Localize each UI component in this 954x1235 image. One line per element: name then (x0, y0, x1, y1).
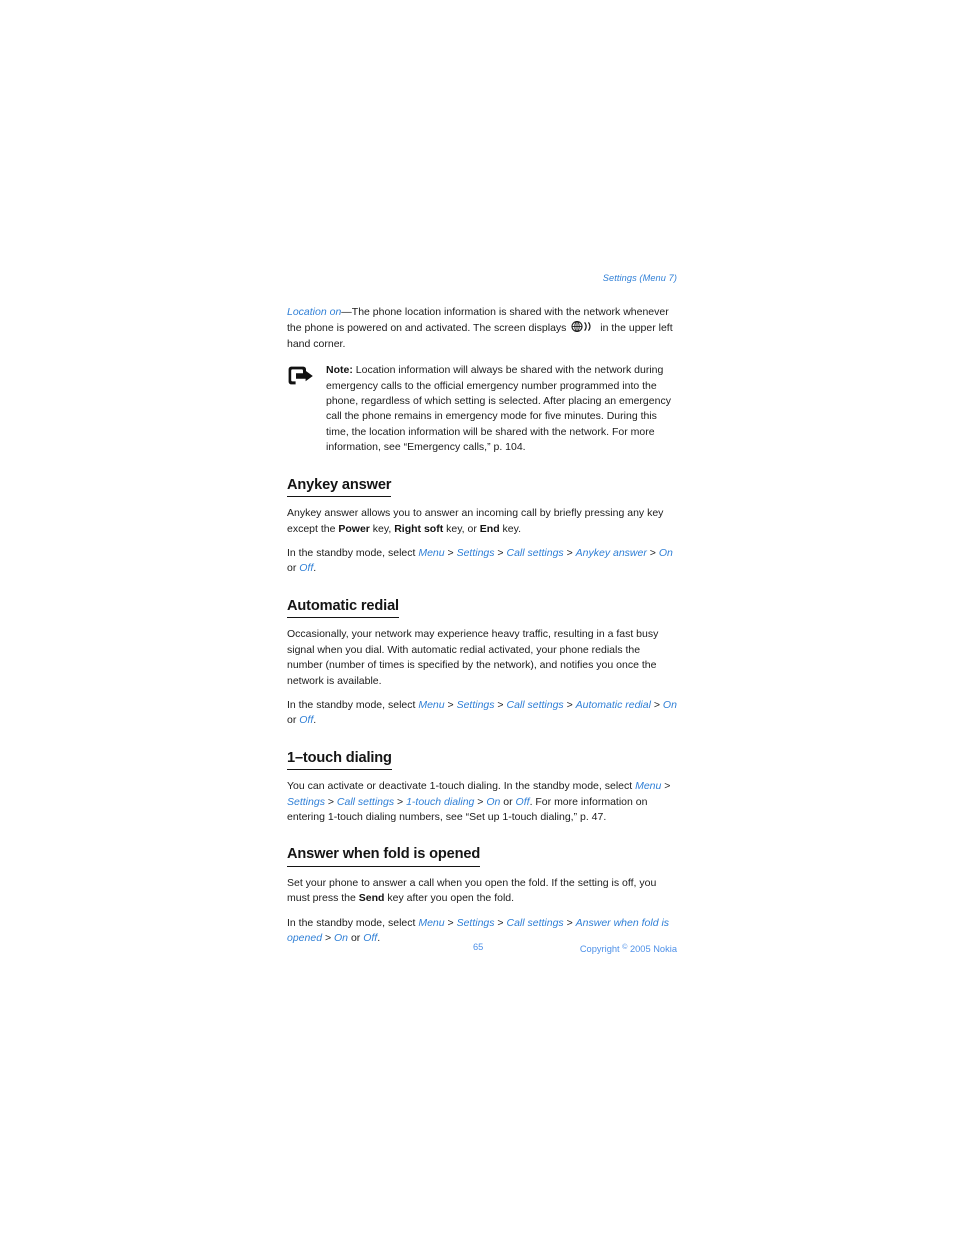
body-one-touch-dialing-link-9: On (486, 795, 501, 808)
path-automatic-redial-text-4: > (494, 698, 507, 711)
path-automatic-redial-link-9: On (662, 698, 677, 711)
path-answer-when-fold-is-opened-link-3: Settings (456, 916, 495, 929)
note-body: Location information will always be shar… (326, 364, 671, 454)
path-answer-when-fold-is-opened-text-12: . (377, 932, 381, 945)
sections-container: Anykey answer Anykey answer allows you to… (287, 476, 677, 947)
body-anykey-answer-text-4: key, or (443, 522, 480, 535)
path-anykey-answer-text-6: > (563, 546, 576, 559)
page-content: Settings (Menu 7) Location on—The phone … (287, 272, 677, 958)
body-one-touch-dialing-text-10: or (500, 795, 516, 808)
path-anykey-answer-text-2: > (444, 546, 457, 559)
section-body-automatic-redial: Occasionally, your network may experienc… (287, 627, 677, 689)
path-anykey-answer-link-11: Off (299, 562, 314, 575)
path-anykey-answer-text-8: > (646, 546, 659, 559)
path-automatic-redial-link-1: Menu (418, 698, 445, 711)
body-anykey-answer-bold-5: End (479, 522, 500, 535)
path-anykey-answer-link-7: Anykey answer (575, 546, 647, 559)
section-heading-answer-when-fold-is-opened: Answer when fold is opened (287, 845, 677, 867)
location-on-term: Location on (287, 306, 342, 318)
path-automatic-redial-link-5: Call settings (506, 698, 564, 711)
body-anykey-answer-text-2: key, (369, 522, 395, 535)
running-header: Settings (Menu 7) (602, 273, 677, 283)
path-automatic-redial-link-11: Off (299, 714, 314, 727)
path-anykey-answer-link-5: Call settings (506, 546, 564, 559)
path-answer-when-fold-is-opened-text-0: In the standby mode, select (287, 916, 419, 929)
note-text: Note: Location information will always b… (326, 363, 677, 455)
intro-dash: — (341, 306, 352, 318)
body-one-touch-dialing-text-8: > (474, 795, 487, 808)
path-anykey-answer-text-0: In the standby mode, select (287, 546, 419, 559)
section-heading-automatic-redial: Automatic redial (287, 597, 677, 619)
section-body-one-touch-dialing: You can activate or deactivate 1-touch d… (287, 779, 677, 825)
section-body-anykey-answer: Anykey answer allows you to answer an in… (287, 506, 677, 537)
path-answer-when-fold-is-opened-text-2: > (444, 916, 457, 929)
body-one-touch-dialing-text-2: > (661, 780, 671, 793)
intro-paragraph: Location on—The phone location informati… (287, 305, 677, 352)
path-automatic-redial-text-2: > (444, 698, 457, 711)
path-answer-when-fold-is-opened-text-4: > (494, 916, 507, 929)
path-automatic-redial-text-8: > (650, 698, 663, 711)
copyright-suffix: 2005 Nokia (627, 944, 677, 954)
body-one-touch-dialing-link-11: Off (515, 795, 530, 808)
path-anykey-answer-link-9: On (658, 546, 673, 559)
note-block: Note: Location information will always b… (287, 363, 677, 455)
section-heading-text: Answer when fold is opened (287, 845, 480, 867)
path-answer-when-fold-is-opened-text-8: > (322, 932, 335, 945)
note-label: Note: (326, 364, 353, 377)
body-answer-when-fold-is-opened-text-2: key after you open the fold. (384, 892, 515, 905)
path-automatic-redial-text-0: In the standby mode, select (287, 698, 419, 711)
body-answer-when-fold-is-opened-bold-1: Send (358, 892, 385, 905)
body-automatic-redial-text-0: Occasionally, your network may experienc… (287, 628, 659, 687)
body-one-touch-dialing-link-1: Menu (635, 780, 662, 793)
body-one-touch-dialing-link-5: Call settings (336, 795, 395, 808)
body-one-touch-dialing-text-6: > (394, 795, 407, 808)
path-anykey-answer-text-10: or (287, 562, 300, 575)
body-one-touch-dialing-text-0: You can activate or deactivate 1-touch d… (287, 780, 636, 793)
path-anykey-answer-text-12: . (313, 562, 317, 575)
section-heading-one-touch-dialing: 1–touch dialing (287, 749, 677, 771)
section-heading-text: Anykey answer (287, 476, 391, 498)
path-automatic-redial-link-7: Automatic redial (575, 698, 651, 711)
path-automatic-redial-text-10: or (287, 714, 300, 727)
document-page: Settings (Menu 7) Location on—The phone … (0, 0, 954, 1235)
section-heading-text: 1–touch dialing (287, 749, 392, 771)
section-menu-path-anykey-answer: In the standby mode, select Menu > Setti… (287, 546, 677, 577)
body-one-touch-dialing-link-7: 1-touch dialing (406, 795, 475, 808)
path-answer-when-fold-is-opened-link-5: Call settings (506, 916, 564, 929)
path-answer-when-fold-is-opened-link-11: Off (363, 932, 378, 945)
section-heading-anykey-answer: Anykey answer (287, 476, 677, 498)
path-automatic-redial-text-6: > (563, 698, 576, 711)
path-anykey-answer-text-4: > (494, 546, 507, 559)
section-heading-text: Automatic redial (287, 597, 399, 619)
location-signal-icon (570, 320, 596, 333)
path-anykey-answer-link-3: Settings (456, 546, 495, 559)
section-body-answer-when-fold-is-opened: Set your phone to answer a call when you… (287, 876, 677, 907)
copyright-prefix: Copyright (579, 944, 623, 954)
body-one-touch-dialing-text-4: > (324, 795, 337, 808)
path-anykey-answer-link-1: Menu (418, 546, 445, 559)
body-anykey-answer-text-6: key. (499, 522, 522, 535)
body-anykey-answer-bold-1: Power (338, 522, 370, 535)
path-answer-when-fold-is-opened-link-1: Menu (418, 916, 445, 929)
path-answer-when-fold-is-opened-link-9: On (334, 932, 349, 945)
body-one-touch-dialing-link-3: Settings (287, 795, 325, 808)
path-automatic-redial-text-12: . (313, 714, 317, 727)
note-arrow-icon (287, 366, 316, 387)
page-number: 65 (473, 942, 484, 952)
path-automatic-redial-link-3: Settings (456, 698, 495, 711)
body-anykey-answer-bold-3: Right soft (394, 522, 444, 535)
section-menu-path-automatic-redial: In the standby mode, select Menu > Setti… (287, 698, 677, 729)
path-answer-when-fold-is-opened-text-10: or (348, 932, 364, 945)
copyright-notice: Copyright © 2005 Nokia (580, 941, 677, 956)
path-answer-when-fold-is-opened-text-6: > (563, 916, 576, 929)
